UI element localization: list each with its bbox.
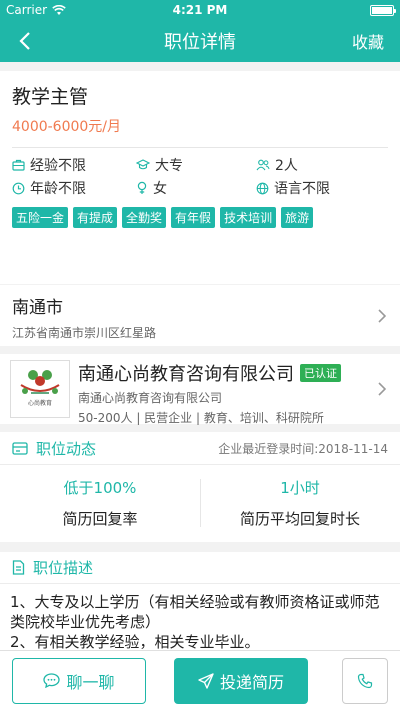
- dynamics-header: 职位动态 企业最近登录时间:2018-11-14: [0, 432, 400, 465]
- phone-icon: [357, 673, 373, 688]
- company-info: 南通心尚教育咨询有限公司 已认证 南通心尚教育咨询有限公司 50-200人 | …: [78, 360, 341, 425]
- wifi-icon: [52, 4, 66, 15]
- address-city: 南通市: [12, 298, 63, 318]
- nav-bar: 职位详情 收藏: [0, 20, 400, 62]
- document-icon: [12, 560, 25, 575]
- back-button[interactable]: [10, 26, 40, 56]
- requirement-headcount: 2人: [256, 156, 388, 174]
- apply-button[interactable]: 投递简历: [174, 657, 308, 704]
- chevron-left-icon: [19, 32, 30, 50]
- globe-icon: [256, 182, 269, 194]
- requirement-language: 语言不限: [256, 179, 388, 197]
- dynamics-stats: 低于100% 简历回复率 1小时 简历平均回复时长: [0, 465, 400, 541]
- status-bar: Carrier 4:21 PM: [0, 0, 400, 20]
- stat-reply-time: 1小时 简历平均回复时长: [200, 477, 400, 529]
- chevron-right-icon: [378, 382, 386, 396]
- requirement-experience: 经验不限: [12, 156, 136, 174]
- company-logo-icon: 心尚教育: [20, 370, 60, 407]
- verified-badge: 已认证: [300, 364, 341, 382]
- carrier-label: Carrier: [6, 3, 48, 17]
- benefit-tag: 技术培训: [220, 207, 277, 228]
- benefit-tag: 全勤奖: [122, 207, 167, 228]
- send-icon: [198, 672, 214, 689]
- address-street: 江苏省南通市崇川区红星路: [12, 326, 157, 340]
- chat-bubble-icon: [43, 673, 61, 688]
- chat-button[interactable]: 聊一聊: [12, 657, 146, 704]
- requirement-age: 年龄不限: [12, 179, 136, 197]
- bottom-action-bar: 聊一聊 投递简历: [0, 650, 400, 710]
- company-meta: 50-200人 | 民营企业 | 教育、培训、科研院所: [78, 411, 324, 425]
- female-icon: [137, 181, 147, 194]
- graduation-cap-icon: [136, 159, 150, 170]
- requirement-gender: 女: [136, 179, 256, 197]
- benefit-tag: 旅游: [281, 207, 314, 228]
- stat-reply-rate: 低于100% 简历回复率: [62, 479, 138, 528]
- job-header: 教学主管 4000-6000元/月 经验不限 大专 2人 年龄不限 女 语言不限…: [0, 71, 400, 284]
- company-name: 南通心尚教育咨询有限公司: [78, 364, 294, 385]
- dynamics-label: 职位动态: [36, 439, 97, 458]
- company-logo: 心尚教育: [10, 360, 70, 418]
- favorite-button[interactable]: 收藏: [352, 29, 384, 53]
- address-row[interactable]: 南通市 江苏省南通市崇川区红星路: [0, 285, 400, 346]
- divider: [12, 147, 388, 148]
- description-label: 职位描述: [33, 559, 94, 577]
- status-left: Carrier: [6, 3, 66, 17]
- requirement-education: 大专: [136, 156, 256, 174]
- benefit-tag: 五险一金: [12, 207, 69, 228]
- company-logo-text: 心尚教育: [28, 399, 52, 407]
- company-subname: 南通心尚教育咨询有限公司: [78, 391, 223, 405]
- benefit-tags: 五险一金 有提成 全勤奖 有年假 技术培训 旅游: [12, 207, 388, 228]
- battery-icon: [370, 4, 396, 16]
- people-icon: [256, 159, 270, 171]
- chevron-right-icon: [378, 308, 386, 323]
- briefcase-icon: [12, 159, 25, 171]
- job-salary: 4000-6000元/月: [12, 119, 122, 135]
- benefit-tag: 有年假: [171, 207, 216, 228]
- last-login-time: 企业最近登录时间:2018-11-14: [218, 441, 388, 456]
- card-icon: [12, 441, 28, 455]
- benefit-tag: 有提成: [73, 207, 118, 228]
- requirements-grid: 经验不限 大专 2人 年龄不限 女 语言不限: [12, 156, 388, 197]
- job-title: 教学主管: [12, 86, 89, 108]
- call-button[interactable]: [342, 657, 388, 704]
- description-header: 职位描述: [0, 552, 400, 584]
- company-card[interactable]: 心尚教育 南通心尚教育咨询有限公司 已认证 南通心尚教育咨询有限公司 50-20…: [0, 354, 400, 425]
- clock-icon: [12, 182, 25, 194]
- job-dynamics: 职位动态 企业最近登录时间:2018-11-14 低于100% 简历回复率 1小…: [0, 432, 400, 542]
- page-title: 职位详情: [164, 32, 236, 53]
